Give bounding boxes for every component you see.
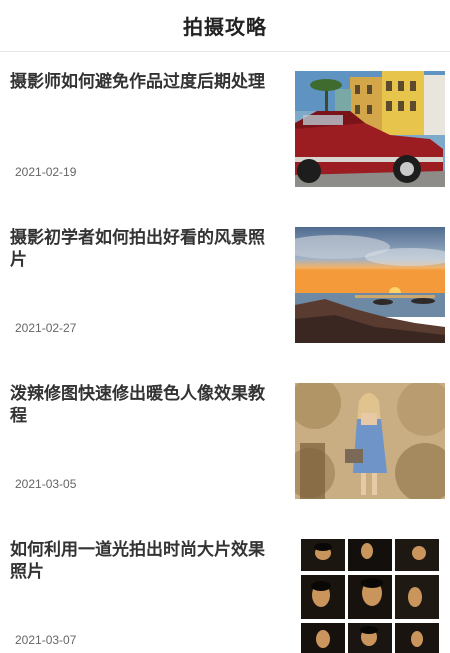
- article-item[interactable]: 摄影师如何避免作品过度后期处理 2021-02-19: [0, 53, 450, 187]
- article-title: 摄影初学者如何拍出好看的风景照片: [10, 228, 265, 270]
- article-title: 泼辣修图快速修出暖色人像效果教程: [10, 384, 265, 426]
- article-date: 2021-02-27: [15, 321, 77, 335]
- article-thumbnail[interactable]: [295, 71, 445, 187]
- article-thumbnail[interactable]: [295, 227, 445, 343]
- article-item[interactable]: 如何利用一道光拍出时尚大片效果照片 2021-03-07: [0, 521, 450, 653]
- article-thumbnail[interactable]: [295, 539, 445, 653]
- page-title: 拍摄攻略: [183, 15, 267, 39]
- app-header: 拍摄攻略: [0, 0, 450, 52]
- article-item[interactable]: 泼辣修图快速修出暖色人像效果教程 2021-03-05: [0, 365, 450, 499]
- article-item[interactable]: 摄影初学者如何拍出好看的风景照片 2021-02-27: [0, 209, 450, 343]
- article-title: 摄影师如何避免作品过度后期处理: [10, 72, 265, 92]
- article-title: 如何利用一道光拍出时尚大片效果照片: [10, 540, 265, 582]
- article-thumbnail[interactable]: [295, 383, 445, 499]
- article-date: 2021-02-19: [15, 165, 77, 179]
- article-date: 2021-03-07: [15, 633, 77, 647]
- article-date: 2021-03-05: [15, 477, 77, 491]
